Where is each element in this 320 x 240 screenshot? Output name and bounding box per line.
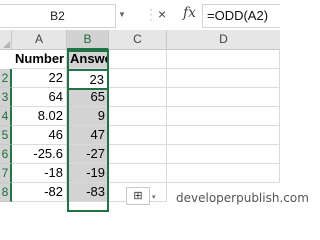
cell-d2[interactable] — [167, 69, 280, 88]
cell-d5[interactable] — [167, 126, 280, 145]
cell-d7[interactable] — [167, 164, 280, 183]
row-header-6[interactable]: 6 — [0, 145, 12, 164]
column-header-d[interactable]: D — [167, 30, 280, 50]
cell-c1[interactable] — [109, 50, 167, 69]
formula-input[interactable]: =ODD(A2) — [202, 4, 280, 28]
cell-c6[interactable] — [109, 145, 167, 164]
cell-c3[interactable] — [109, 88, 167, 107]
cell-b8[interactable]: -83 — [67, 183, 109, 202]
cell-c5[interactable] — [109, 126, 167, 145]
cell-a3[interactable]: 64 — [12, 88, 67, 107]
cell-b4[interactable]: 9 — [67, 107, 109, 126]
cell-b7[interactable]: -19 — [67, 164, 109, 183]
cell-b2-value: 23 — [89, 72, 104, 87]
cell-b5[interactable]: 47 — [67, 126, 109, 145]
row-header-3[interactable]: 3 — [0, 88, 12, 107]
cell-a6[interactable]: -25.6 — [12, 145, 67, 164]
formula-bar-grip-icon: ⋮ — [144, 6, 159, 22]
insert-function-icon[interactable]: fx — [183, 5, 196, 21]
column-header-c[interactable]: C — [109, 30, 167, 50]
cell-a4[interactable]: 8.02 — [12, 107, 67, 126]
formula-bar: B2 ▼ ⋮ × ✓ fx =ODD(A2) — [0, 0, 280, 30]
row-header-8[interactable]: 8 — [0, 183, 12, 202]
cell-a7[interactable]: -18 — [12, 164, 67, 183]
cell-b1[interactable]: Answer — [67, 50, 109, 69]
cell-b3[interactable]: 65 — [67, 88, 109, 107]
column-header-b[interactable]: B — [67, 30, 109, 50]
cell-d6[interactable] — [167, 145, 280, 164]
cell-d1[interactable] — [167, 50, 280, 69]
cell-b2-active[interactable]: 23 — [67, 69, 109, 90]
cell-a8[interactable]: -82 — [12, 183, 67, 202]
cell-a2[interactable]: 22 — [12, 69, 67, 88]
cell-c7[interactable] — [109, 164, 167, 183]
row-header-7[interactable]: 7 — [0, 164, 12, 183]
cell-d3[interactable] — [167, 88, 280, 107]
column-header-a[interactable]: A — [12, 30, 67, 50]
cell-a1[interactable]: Number — [12, 50, 67, 69]
row-header-4[interactable]: 4 — [0, 107, 12, 126]
select-all-corner[interactable] — [0, 30, 12, 50]
cell-c2[interactable] — [109, 69, 167, 88]
quick-analysis-icon[interactable]: ⊞ — [126, 187, 150, 205]
cancel-icon[interactable]: × — [158, 6, 166, 22]
name-box-dropdown-icon[interactable]: ▼ — [118, 10, 126, 19]
cell-c4[interactable] — [109, 107, 167, 126]
cell-d4[interactable] — [167, 107, 280, 126]
name-box[interactable]: B2 — [0, 4, 116, 28]
watermark: developerpublish.com — [176, 191, 309, 205]
cell-a5[interactable]: 46 — [12, 126, 67, 145]
cell-b6[interactable]: -27 — [67, 145, 109, 164]
row-header-5[interactable]: 5 — [0, 126, 12, 145]
row-header-2[interactable]: 2 — [0, 69, 12, 88]
chevron-down-icon[interactable]: ▾ — [152, 193, 156, 201]
